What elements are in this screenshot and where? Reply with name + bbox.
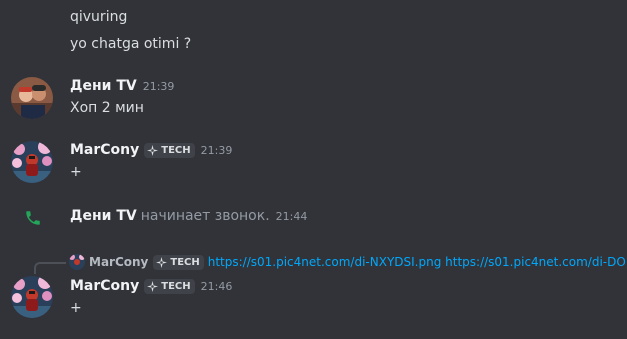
username[interactable]: MarCony — [70, 278, 139, 294]
username[interactable]: Дени TV — [70, 78, 137, 94]
message-line: qivuring — [70, 9, 128, 25]
message-header: MarCony TECH 21:46 — [70, 278, 232, 294]
clan-tag[interactable]: TECH — [144, 142, 195, 158]
avatar[interactable] — [11, 141, 53, 183]
sparkle-icon — [156, 256, 168, 268]
sparkle-icon — [147, 144, 159, 156]
message-content: + — [70, 300, 82, 316]
username[interactable]: Дени TV — [70, 208, 137, 224]
clan-tag[interactable]: TECH — [144, 278, 195, 294]
reply-avatar[interactable] — [69, 254, 85, 270]
clan-tag-label: TECH — [161, 144, 191, 156]
message-content: Хоп 2 мин — [70, 100, 144, 116]
avatar[interactable] — [11, 77, 53, 119]
timestamp[interactable]: 21:44 — [276, 210, 308, 223]
avatar[interactable] — [11, 276, 53, 318]
phone-icon — [26, 211, 40, 225]
chat-message-list: qivuring yo chatga otimi ? Дени TV 21:39… — [0, 0, 627, 339]
message-header: Дени TV 21:39 — [70, 78, 174, 94]
reply-preview[interactable]: MarCony TECH https://s01.pic4net.com/di-… — [69, 254, 626, 270]
timestamp[interactable]: 21:46 — [201, 280, 233, 293]
message-header: MarCony TECH 21:39 — [70, 142, 232, 158]
clan-tag-label: TECH — [161, 280, 191, 292]
message-line: yo chatga otimi ? — [70, 36, 192, 52]
sparkle-icon — [147, 280, 159, 292]
call-text: Дени TV начинает звонок. 21:44 — [70, 208, 307, 224]
message-content: + — [70, 164, 82, 180]
clan-tag[interactable]: TECH — [153, 254, 204, 270]
reply-username[interactable]: MarCony — [89, 255, 148, 269]
call-description: начинает звонок. — [140, 208, 270, 224]
reply-link[interactable]: https://s01.pic4net.com/di-NXYDSI.png ht… — [208, 255, 626, 269]
clan-tag-label: TECH — [170, 256, 200, 268]
timestamp[interactable]: 21:39 — [143, 80, 175, 93]
timestamp[interactable]: 21:39 — [201, 144, 233, 157]
username[interactable]: MarCony — [70, 142, 139, 158]
reply-connector — [34, 262, 66, 274]
